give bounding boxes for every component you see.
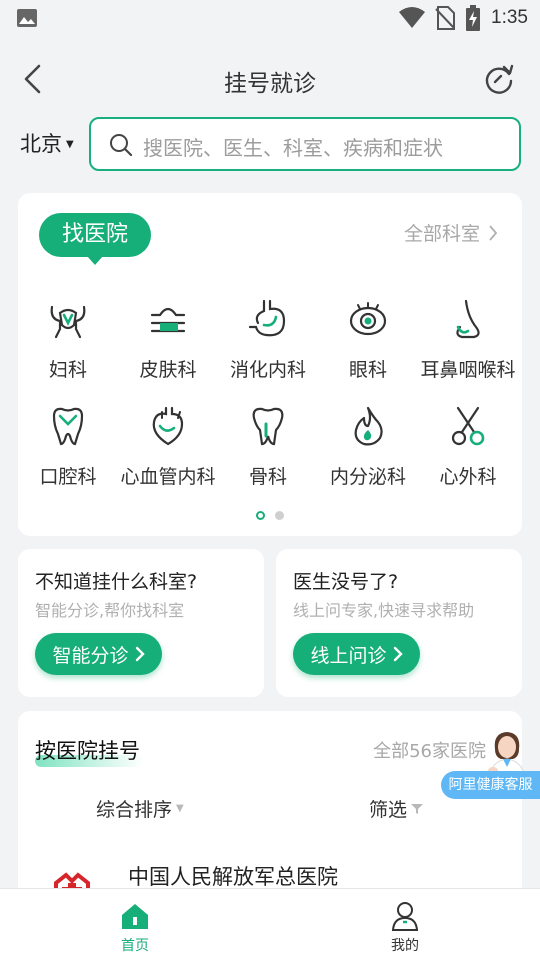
header: 挂号就诊	[0, 50, 540, 110]
smart-triage-card: 不知道挂什么科室? 智能分诊,帮你找科室 智能分诊	[18, 549, 264, 697]
smart-triage-button[interactable]: 智能分诊	[35, 633, 162, 675]
page-title: 挂号就诊	[224, 71, 316, 97]
bottom-nav: 首页 我的	[0, 888, 540, 960]
page-indicator	[18, 505, 522, 524]
dept-cardiology[interactable]: 心血管内科	[118, 404, 218, 489]
dept-stomatology[interactable]: 口腔科	[18, 404, 118, 489]
bone-icon	[252, 407, 284, 446]
clock: 1:35	[491, 7, 528, 28]
wifi-icon	[399, 7, 426, 28]
dept-ophthalmology[interactable]: 眼科	[318, 297, 418, 382]
all-departments-label: 全部科室	[403, 223, 480, 245]
search-placeholder: 搜医院、医生、科室、疾病和症状	[143, 136, 443, 160]
city-selector[interactable]: 北京 ▼	[20, 128, 74, 158]
dept-label: 妇科	[48, 359, 87, 381]
smart-triage-title: 不知道挂什么科室?	[35, 571, 198, 593]
section-title: 按医院挂号	[35, 739, 140, 763]
nav-mine[interactable]: 我的	[365, 901, 445, 955]
dept-label: 内分泌科	[329, 466, 406, 488]
city-label: 北京	[20, 132, 62, 156]
dept-label: 消化内科	[229, 359, 306, 381]
dept-orthopedics[interactable]: 骨科	[218, 404, 318, 489]
nose-icon	[456, 299, 480, 339]
customer-service-button[interactable]: 阿里健康客服	[441, 727, 540, 799]
home-icon	[122, 904, 148, 929]
scissors-icon	[451, 406, 485, 446]
heart-icon	[152, 406, 184, 446]
gallery-notification-icon	[17, 9, 37, 27]
online-consult-subtitle: 线上问专家,快速寻求帮助	[293, 601, 475, 620]
nav-home[interactable]: 首页	[95, 901, 175, 955]
dept-ent[interactable]: 耳鼻咽喉科	[418, 297, 518, 382]
dept-cardiac-surgery[interactable]: 心外科	[418, 404, 518, 489]
chevron-right-icon	[135, 646, 145, 662]
dept-endocrinology[interactable]: 内分泌科	[318, 404, 418, 489]
status-bar: 1:35	[0, 0, 540, 36]
find-hospital-badge: 找医院	[39, 213, 151, 265]
service-label: 阿里健康客服	[441, 771, 540, 799]
dept-label: 耳鼻咽喉科	[420, 359, 516, 381]
smart-triage-subtitle: 智能分诊,帮你找科室	[35, 601, 185, 620]
dept-label: 心血管内科	[120, 466, 216, 488]
dept-gynecology[interactable]: 妇科	[18, 297, 118, 382]
sort-dropdown[interactable]: 综合排序 ▼	[96, 795, 184, 822]
stomach-icon	[248, 299, 286, 337]
sort-label: 综合排序	[96, 799, 173, 821]
online-consult-button-label: 线上问诊	[310, 644, 387, 667]
search-input[interactable]: 搜医院、医生、科室、疾病和症状	[89, 117, 521, 171]
nav-home-label: 首页	[121, 938, 149, 954]
refresh-icon[interactable]	[482, 62, 516, 96]
uterus-icon	[50, 305, 86, 339]
smart-triage-button-label: 智能分诊	[52, 644, 129, 667]
chevron-right-icon	[393, 646, 403, 662]
dept-label: 眼科	[348, 359, 387, 381]
all-departments-link[interactable]: 全部科室	[404, 219, 498, 246]
no-sim-icon	[435, 6, 456, 30]
dept-label: 口腔科	[39, 466, 97, 488]
online-consult-title: 医生没号了?	[293, 571, 399, 593]
chevron-right-icon	[489, 224, 498, 241]
flame-icon	[354, 406, 383, 446]
battery-charging-icon	[466, 5, 481, 31]
online-consult-button[interactable]: 线上问诊	[293, 633, 420, 675]
filter-dropdown[interactable]: 筛选	[369, 795, 424, 822]
nav-mine-label: 我的	[391, 938, 419, 954]
tooth-icon	[52, 407, 84, 446]
dept-dermatology[interactable]: 皮肤科	[118, 297, 218, 382]
dropdown-caret-icon: ▼	[66, 138, 74, 150]
user-icon	[391, 902, 419, 931]
find-hospital-card: 找医院 全部科室 妇科 皮肤科 消化内科 眼科 耳鼻咽喉科 口腔科 心血管内科 …	[18, 193, 522, 536]
dept-label: 皮肤科	[139, 359, 197, 381]
page-dot-active	[256, 511, 266, 520]
search-icon	[110, 134, 133, 157]
filter-label: 筛选	[369, 799, 408, 821]
hospital-name[interactable]: 中国人民解放军总医院	[128, 861, 338, 891]
skin-icon	[150, 307, 186, 333]
filter-icon	[411, 803, 424, 814]
online-consult-card: 医生没号了? 线上问专家,快速寻求帮助 线上问诊	[276, 549, 522, 697]
dept-label: 骨科	[248, 466, 287, 488]
triangle-down-icon: ▼	[176, 803, 184, 814]
dept-gastroenterology[interactable]: 消化内科	[218, 297, 318, 382]
page-dot	[274, 511, 284, 520]
dept-label: 心外科	[439, 466, 497, 488]
eye-icon	[349, 302, 387, 336]
